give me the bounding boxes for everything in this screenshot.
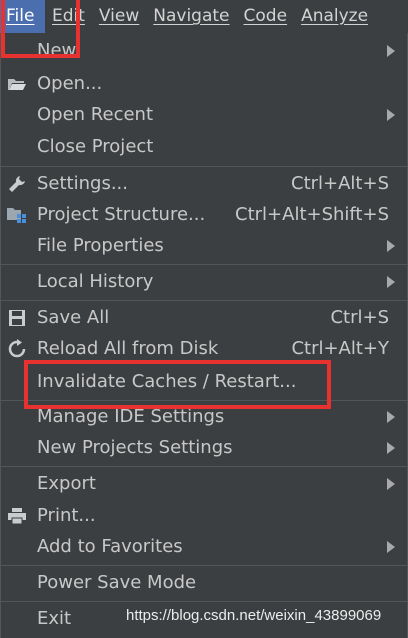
menu-item-label: Power Save Mode [37, 572, 197, 593]
submenu-arrow-icon [387, 540, 395, 553]
menu-item-settings[interactable]: Settings... Ctrl+Alt+S [1, 168, 407, 199]
menu-item-close-project[interactable]: Close Project [1, 131, 407, 162]
menu-item-label: Project Structure... [37, 204, 206, 225]
save-icon [6, 307, 28, 329]
submenu-arrow-icon [387, 477, 395, 490]
menu-item-shortcut: Ctrl+S [330, 307, 389, 328]
menu-item-label: File Properties [37, 235, 164, 256]
menu-item-invalidate-caches[interactable]: Invalidate Caches / Restart... [1, 366, 407, 397]
menu-item-label: Close Project [37, 136, 154, 157]
reload-icon [6, 338, 28, 360]
menu-item-add-to-favorites[interactable]: Add to Favorites [1, 531, 407, 562]
menu-item-label: Print... [37, 505, 96, 526]
menu-item-label: Local History [37, 271, 154, 292]
menu-item-shortcut: Ctrl+Alt+Y [291, 338, 389, 359]
menu-item-label: Reload All from Disk [37, 338, 219, 359]
menu-item-label: Invalidate Caches / Restart... [37, 371, 297, 392]
menu-item-label: New Projects Settings [37, 437, 233, 458]
menu-item-label: Open Recent [37, 104, 154, 125]
menu-item-file-properties[interactable]: File Properties [1, 230, 407, 261]
menu-item-open-recent[interactable]: Open Recent [1, 99, 407, 130]
menu-code[interactable]: Code [237, 0, 295, 33]
submenu-arrow-icon [387, 44, 395, 57]
menu-item-label: Exit [37, 608, 72, 629]
menu-item-new-projects-settings[interactable]: New Projects Settings [1, 432, 407, 463]
menu-analyze[interactable]: Analyze [294, 0, 375, 33]
menu-item-label: Add to Favorites [37, 536, 183, 557]
menu-edit[interactable]: Edit [45, 0, 92, 33]
file-menu-dropdown: New Open... Open Recent Close Project Se… [0, 33, 408, 638]
menu-view[interactable]: View [92, 0, 146, 33]
menu-item-print[interactable]: Print... [1, 500, 407, 531]
menu-item-reload-all[interactable]: Reload All from Disk Ctrl+Alt+Y [1, 333, 407, 364]
menu-separator [1, 601, 407, 602]
menu-item-save-all[interactable]: Save All Ctrl+S [1, 302, 407, 333]
menu-item-shortcut: Ctrl+Alt+Shift+S [235, 204, 389, 225]
menu-file[interactable]: File [0, 0, 45, 33]
submenu-arrow-icon [387, 441, 395, 454]
submenu-arrow-icon [387, 275, 395, 288]
menu-item-manage-ide-settings[interactable]: Manage IDE Settings [1, 401, 407, 432]
submenu-arrow-icon [387, 410, 395, 423]
menu-separator [1, 565, 407, 566]
submenu-arrow-icon [387, 239, 395, 252]
folder-icon [6, 73, 28, 95]
watermark-text: https://blog.csdn.net/weixin_43899069 [126, 607, 382, 624]
menu-separator [1, 300, 407, 301]
menu-item-open[interactable]: Open... [1, 68, 407, 99]
menu-separator [1, 466, 407, 467]
menu-navigate[interactable]: Navigate [146, 0, 236, 33]
wrench-icon [6, 173, 28, 195]
menu-item-label: Manage IDE Settings [37, 406, 225, 427]
menu-item-power-save-mode[interactable]: Power Save Mode [1, 567, 407, 598]
menu-item-shortcut: Ctrl+Alt+S [291, 173, 389, 194]
printer-icon [6, 505, 28, 527]
menu-separator [1, 166, 407, 167]
menu-bar: File Edit View Navigate Code Analyze [0, 0, 408, 33]
menu-item-project-structure[interactable]: Project Structure... Ctrl+Alt+Shift+S [1, 199, 407, 230]
menu-item-label: Open... [37, 73, 103, 94]
menu-separator [1, 264, 407, 265]
menu-item-new[interactable]: New [1, 35, 407, 66]
menu-item-label: Export [37, 473, 96, 494]
menu-item-export[interactable]: Export [1, 468, 407, 499]
menu-item-label: Settings... [37, 173, 128, 194]
menu-item-label: New [37, 40, 77, 61]
project-structure-icon [6, 204, 28, 226]
submenu-arrow-icon [387, 108, 395, 121]
menu-item-label: Save All [37, 307, 110, 328]
menu-item-local-history[interactable]: Local History [1, 266, 407, 297]
